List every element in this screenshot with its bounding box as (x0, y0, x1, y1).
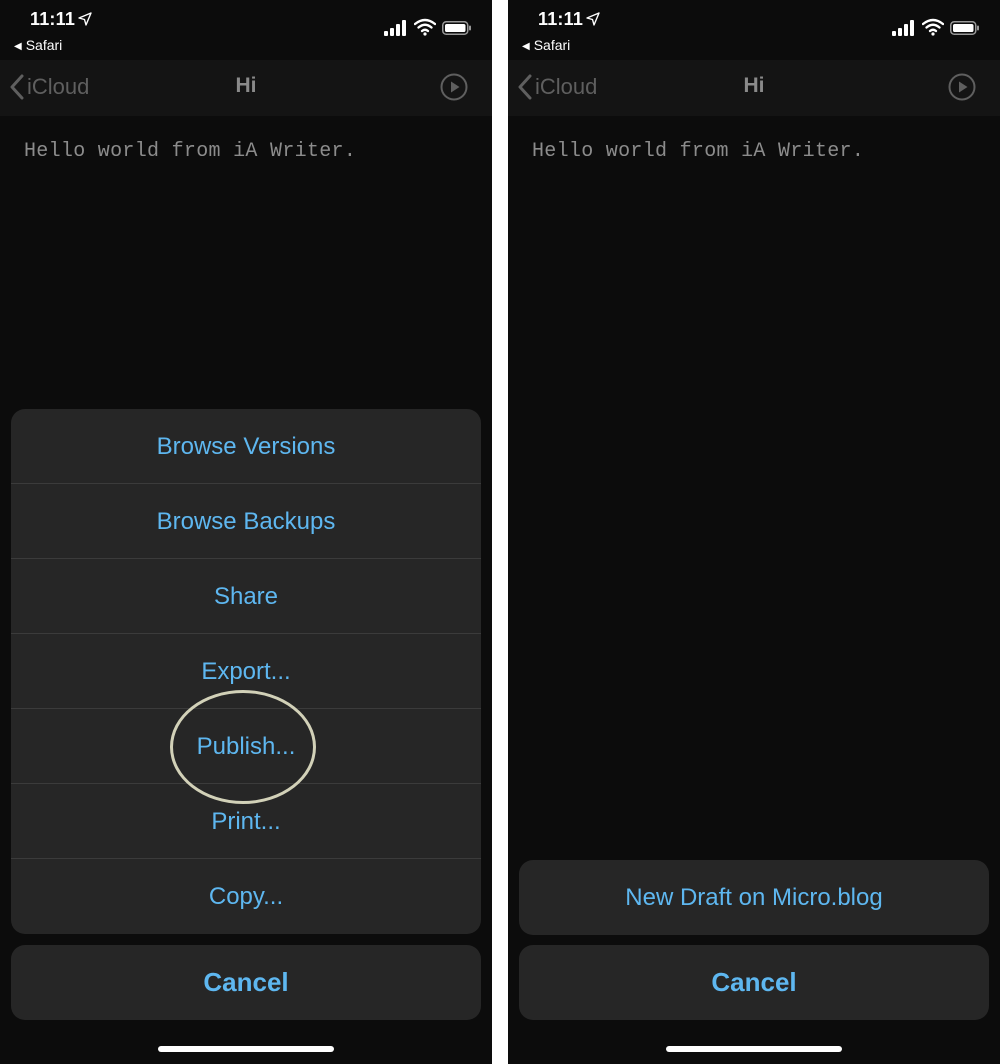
back-app-label: Safari (25, 37, 63, 53)
back-triangle-icon: ◀ (14, 41, 22, 52)
wifi-icon (922, 18, 944, 36)
location-arrow-icon (586, 12, 600, 26)
home-indicator[interactable] (158, 1046, 334, 1052)
back-app-label: Safari (533, 37, 571, 53)
status-time: 11:11 (30, 9, 76, 29)
home-indicator[interactable] (666, 1046, 842, 1052)
share-button[interactable]: Share (11, 559, 481, 634)
export-button[interactable]: Export... (11, 634, 481, 709)
location-arrow-icon (78, 12, 92, 26)
browse-versions-button[interactable]: Browse Versions (11, 409, 481, 484)
back-button[interactable]: iCloud (518, 72, 597, 102)
phone-screen-left: 11:11 ◀ Safari iCloud Hi Hello world from… (0, 0, 492, 1064)
back-triangle-icon: ◀ (522, 41, 530, 52)
chevron-left-icon (10, 74, 24, 100)
action-sheet: Browse Versions Browse Backups Share Exp… (11, 409, 481, 934)
back-button[interactable]: iCloud (10, 72, 89, 102)
copy-button[interactable]: Copy... (11, 859, 481, 934)
back-button-label: iCloud (27, 74, 90, 99)
back-to-app-link[interactable]: ◀ Safari (522, 37, 570, 53)
play-circle-icon[interactable] (948, 73, 976, 101)
editor-text[interactable]: Hello world from iA Writer. (24, 140, 356, 163)
back-to-app-link[interactable]: ◀ Safari (14, 37, 62, 53)
status-bar: 11:11 ◀ Safari (508, 0, 1000, 60)
back-button-label: iCloud (535, 74, 598, 99)
print-button[interactable]: Print... (11, 784, 481, 859)
play-circle-icon[interactable] (440, 73, 468, 101)
status-time: 11:11 (538, 9, 584, 29)
navigation-bar: iCloud Hi (0, 60, 492, 116)
signal-icon (892, 20, 914, 36)
battery-icon (950, 21, 979, 35)
chevron-left-icon (518, 74, 532, 100)
phone-screen-right: 11:11 ◀ Safari iCloud Hi Hello world from… (508, 0, 1000, 1064)
battery-icon (442, 21, 471, 35)
publish-button[interactable]: Publish... (11, 709, 481, 784)
editor-text[interactable]: Hello world from iA Writer. (532, 140, 864, 163)
browse-backups-button[interactable]: Browse Backups (11, 484, 481, 559)
navigation-bar: iCloud Hi (508, 60, 1000, 116)
wifi-icon (414, 18, 436, 36)
cancel-button[interactable]: Cancel (11, 945, 481, 1020)
cancel-button[interactable]: Cancel (519, 945, 989, 1020)
action-sheet: New Draft on Micro.blog (519, 860, 989, 935)
signal-icon (384, 20, 406, 36)
status-bar: 11:11 ◀ Safari (0, 0, 492, 60)
new-draft-microblog-button[interactable]: New Draft on Micro.blog (519, 860, 989, 935)
